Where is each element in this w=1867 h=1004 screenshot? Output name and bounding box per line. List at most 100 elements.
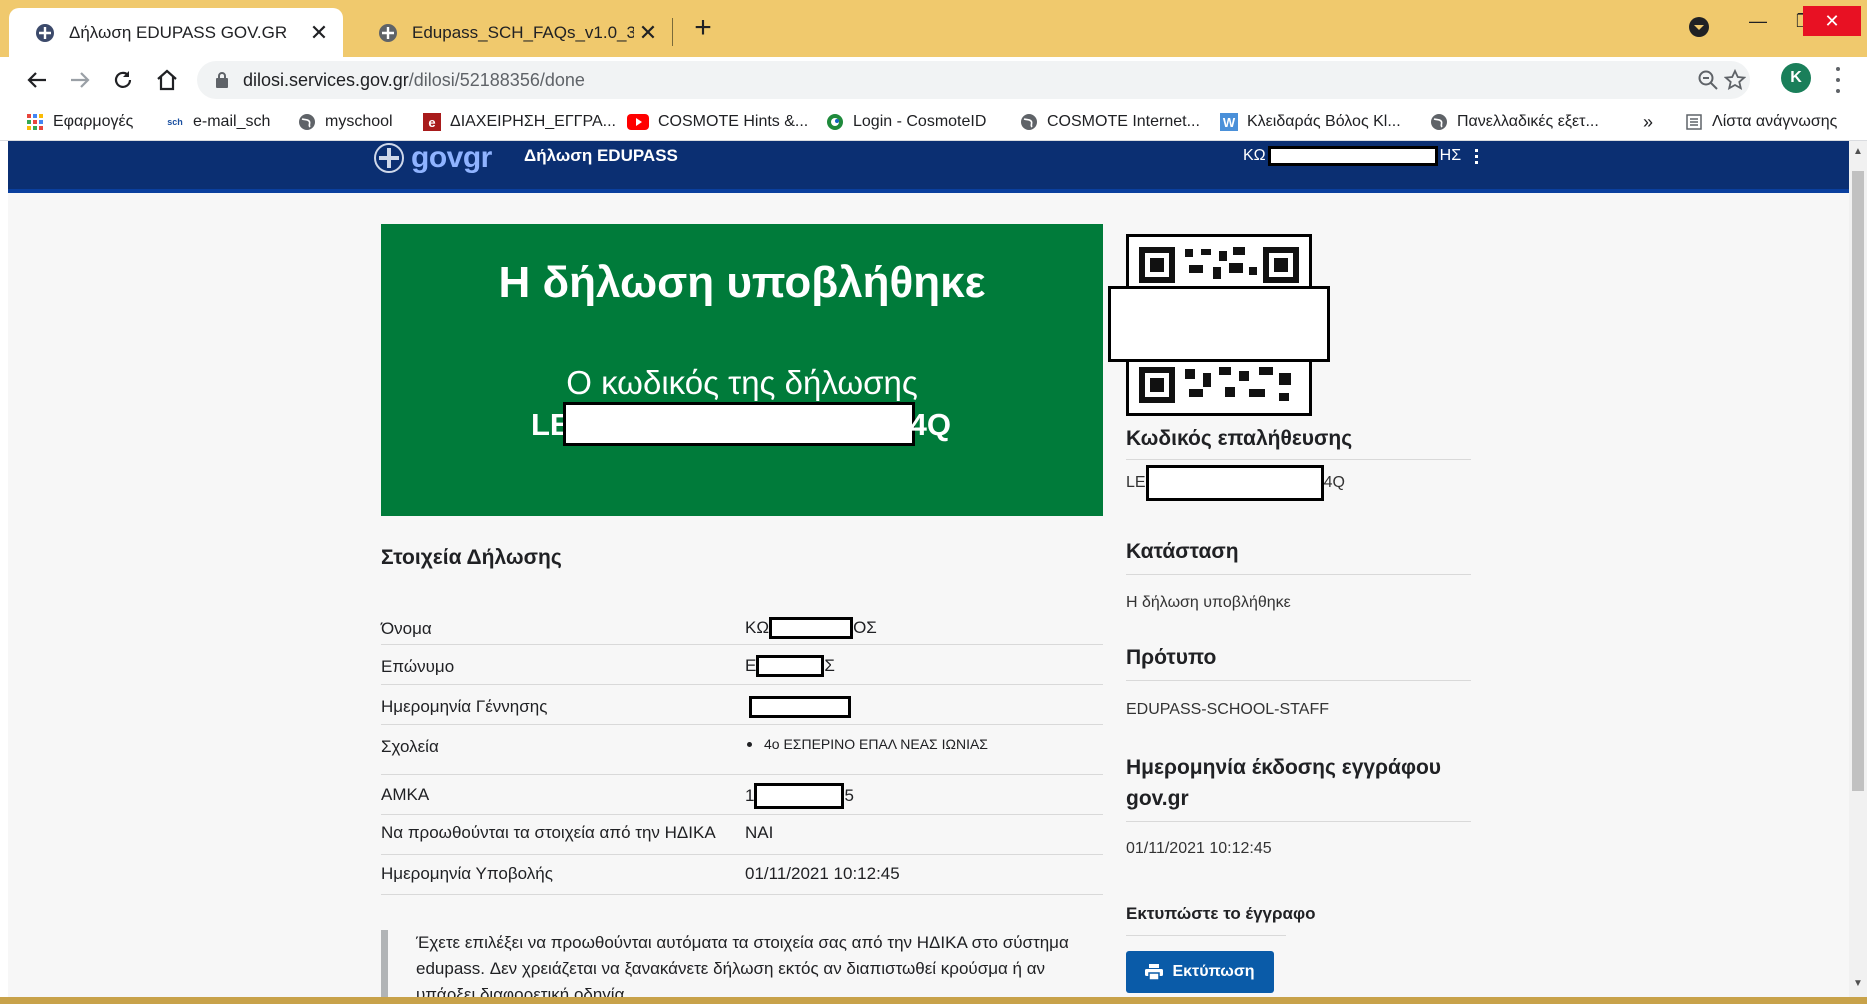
browser-menu-icon[interactable] bbox=[1834, 67, 1842, 93]
redaction-box bbox=[563, 402, 915, 446]
redaction-box bbox=[756, 655, 825, 677]
browser-toolbar: dilosi.services.gov.gr/dilosi/52188356/d… bbox=[0, 57, 1867, 103]
tab-close-icon[interactable]: ✕ bbox=[305, 19, 333, 47]
new-tab-plus-icon[interactable]: + bbox=[688, 13, 718, 44]
minimize-icon[interactable]: — bbox=[1735, 6, 1781, 36]
scrollbar-thumb[interactable] bbox=[1852, 171, 1864, 791]
tab-close-icon[interactable]: ✕ bbox=[634, 19, 662, 47]
divider bbox=[1126, 680, 1471, 681]
scroll-up-arrow-icon[interactable]: ▲ bbox=[1853, 147, 1863, 157]
verification-code-value: LE 4Q bbox=[1126, 465, 1345, 501]
globe-icon bbox=[1430, 113, 1448, 131]
bookmarks-bar: Εφαρμογές sch e-mail_sch myschool e ΔΙΑΧ… bbox=[0, 103, 1867, 141]
reading-list[interactable]: Λίστα ανάγνωσης bbox=[1685, 111, 1837, 133]
list-bullet bbox=[747, 741, 752, 747]
tab-search-icon[interactable] bbox=[1688, 16, 1710, 38]
divider bbox=[1126, 821, 1471, 822]
status-title: Κατάσταση bbox=[1126, 540, 1239, 563]
bookmark-diaxeirisi[interactable]: e ΔΙΑΧΕΙΡΗΣΗ_ΕΓΓΡΑ... bbox=[423, 111, 616, 133]
zoom-icon[interactable] bbox=[1697, 69, 1719, 91]
govgr-wordmark: govgr bbox=[411, 141, 492, 174]
submission-success-panel: Η δήλωση υποβλήθηκε Ο κωδικός της δήλωση… bbox=[381, 224, 1103, 516]
bookmark-panelladikes[interactable]: Πανελλαδικές εξετ... bbox=[1430, 111, 1599, 133]
tab-separator bbox=[672, 18, 673, 46]
divider bbox=[1126, 935, 1286, 936]
redaction-box bbox=[754, 783, 845, 809]
bookmarks-more-icon[interactable]: » bbox=[1643, 111, 1653, 133]
profile-avatar[interactable]: K bbox=[1781, 63, 1811, 93]
home-icon[interactable] bbox=[150, 63, 184, 97]
forward-arrow-icon[interactable] bbox=[63, 63, 97, 97]
details-section-title: Στοιχεία Δήλωσης bbox=[381, 546, 562, 569]
detail-row-submission-date: Ημερομηνία Υποβολής 01/11/2021 10:12:45 bbox=[381, 855, 1103, 895]
user-menu-kebab-icon[interactable] bbox=[1475, 148, 1479, 164]
redaction-box bbox=[1108, 286, 1330, 362]
w-logo-icon: W bbox=[1220, 113, 1238, 131]
tab-faqs[interactable]: Edupass_SCH_FAQs_v1.0_311020 ✕ bbox=[352, 8, 672, 57]
tab-title: Edupass_SCH_FAQs_v1.0_311020 bbox=[412, 22, 634, 42]
page-scrollbar[interactable]: ▲ ▼ bbox=[1849, 141, 1867, 999]
tab-edupass[interactable]: Δήλωση EDUPASS GOV.GR ✕ bbox=[9, 8, 343, 57]
detail-row-last-name: Επώνυμο Ε Σ bbox=[381, 651, 1103, 685]
govgr-favicon-icon bbox=[36, 23, 54, 42]
bookmark-kleidaras[interactable]: W Κλειδαράς Βόλος Κl... bbox=[1220, 111, 1401, 133]
bookmark-cosmote-hints[interactable]: COSMOTE Hints &... bbox=[627, 111, 808, 133]
verification-code-title: Κωδικός επαλήθευσης bbox=[1126, 427, 1353, 450]
bookmark-star-icon[interactable] bbox=[1724, 69, 1746, 91]
divider bbox=[1126, 459, 1471, 460]
govgr-logo[interactable]: govgr bbox=[373, 141, 492, 175]
cosmote-icon bbox=[826, 113, 844, 131]
printer-icon bbox=[1145, 964, 1164, 980]
bookmark-myschool[interactable]: myschool bbox=[298, 111, 393, 133]
template-value: EDUPASS-SCHOOL-STAFF bbox=[1126, 701, 1329, 718]
apps-grid-icon bbox=[26, 113, 44, 131]
globe-icon bbox=[1020, 113, 1038, 131]
divider bbox=[1126, 574, 1471, 575]
print-button[interactable]: Εκτύπωση bbox=[1126, 951, 1274, 993]
bookmark-email-sch[interactable]: sch e-mail_sch bbox=[166, 111, 270, 133]
youtube-icon bbox=[627, 113, 649, 131]
declaration-code: LE 4Q bbox=[531, 402, 951, 446]
site-header: govgr Δήλωση EDUPASS ΚΩ ΗΣ bbox=[8, 141, 1849, 193]
idika-notice: Έχετε επιλέξει να προωθούνται αυτόματα τ… bbox=[381, 930, 1103, 999]
detail-row-schools: Σχολεία 4ο ΕΣΠΕΡΙΝΟ ΕΠΑΛ ΝΕΑΣ ΙΩΝΙΑΣ bbox=[381, 731, 1103, 775]
tab-strip: Δήλωση EDUPASS GOV.GR ✕ Edupass_SCH_FAQs… bbox=[0, 0, 1867, 57]
detail-row-idika-forwarding: Να προωθούνται τα στοιχεία από την ΗΔΙΚΑ… bbox=[381, 815, 1103, 855]
tab-title: Δήλωση EDUPASS GOV.GR bbox=[69, 22, 288, 42]
globe-favicon-icon bbox=[379, 23, 397, 42]
reading-list-icon bbox=[1685, 113, 1703, 131]
success-heading: Η δήλωση υποβλήθηκε bbox=[498, 258, 986, 307]
sch-logo-icon: sch bbox=[167, 117, 183, 127]
url-text: dilosi.services.gov.gr/dilosi/52188356/d… bbox=[243, 70, 585, 90]
greek-emblem-icon bbox=[374, 143, 404, 173]
reload-icon[interactable] bbox=[106, 63, 140, 97]
user-name-prefix: ΚΩ bbox=[1243, 147, 1266, 164]
issue-date-title: Ημερομηνία έκδοσης εγγράφου gov.gr bbox=[1126, 756, 1442, 810]
scroll-down-arrow-icon[interactable]: ▼ bbox=[1853, 979, 1863, 989]
site-title: Δήλωση EDUPASS bbox=[524, 146, 678, 165]
page-viewport: govgr Δήλωση EDUPASS ΚΩ ΗΣ Η δήλωση υποβ… bbox=[8, 141, 1849, 999]
bookmark-cosmoteid[interactable]: Login - CosmoteID bbox=[826, 111, 986, 133]
user-menu[interactable]: ΚΩ ΗΣ bbox=[1243, 146, 1479, 166]
detail-row-birth-date: Ημερομηνία Γέννησης bbox=[381, 691, 1103, 725]
e-logo-icon: e bbox=[423, 113, 441, 131]
bookmark-cosmote-internet[interactable]: COSMOTE Internet... bbox=[1020, 111, 1200, 133]
redaction-box bbox=[749, 696, 851, 718]
redaction-box bbox=[1267, 146, 1438, 166]
lock-icon[interactable] bbox=[215, 71, 229, 89]
bookmark-apps[interactable]: Εφαρμογές bbox=[26, 111, 133, 133]
redaction-box bbox=[1145, 465, 1324, 501]
status-value: Η δήλωση υποβλήθηκε bbox=[1126, 594, 1291, 611]
detail-row-first-name: Όνομα ΚΩ ΟΣ bbox=[381, 611, 1103, 645]
window-bottom-edge bbox=[0, 997, 1867, 1004]
address-bar[interactable]: dilosi.services.gov.gr/dilosi/52188356/d… bbox=[197, 61, 1750, 99]
declaration-code-label: Ο κωδικός της δήλωσης bbox=[566, 364, 918, 401]
print-section-title: Εκτυπώστε το έγγραφο bbox=[1126, 904, 1316, 923]
code-suffix: 4Q bbox=[909, 407, 951, 442]
template-title: Πρότυπο bbox=[1126, 646, 1217, 669]
issue-date-value: 01/11/2021 10:12:45 bbox=[1126, 840, 1272, 857]
back-arrow-icon[interactable] bbox=[20, 63, 54, 97]
user-name-suffix: ΗΣ bbox=[1439, 147, 1462, 164]
window-close-icon[interactable]: ✕ bbox=[1803, 6, 1861, 36]
globe-icon bbox=[298, 113, 316, 131]
